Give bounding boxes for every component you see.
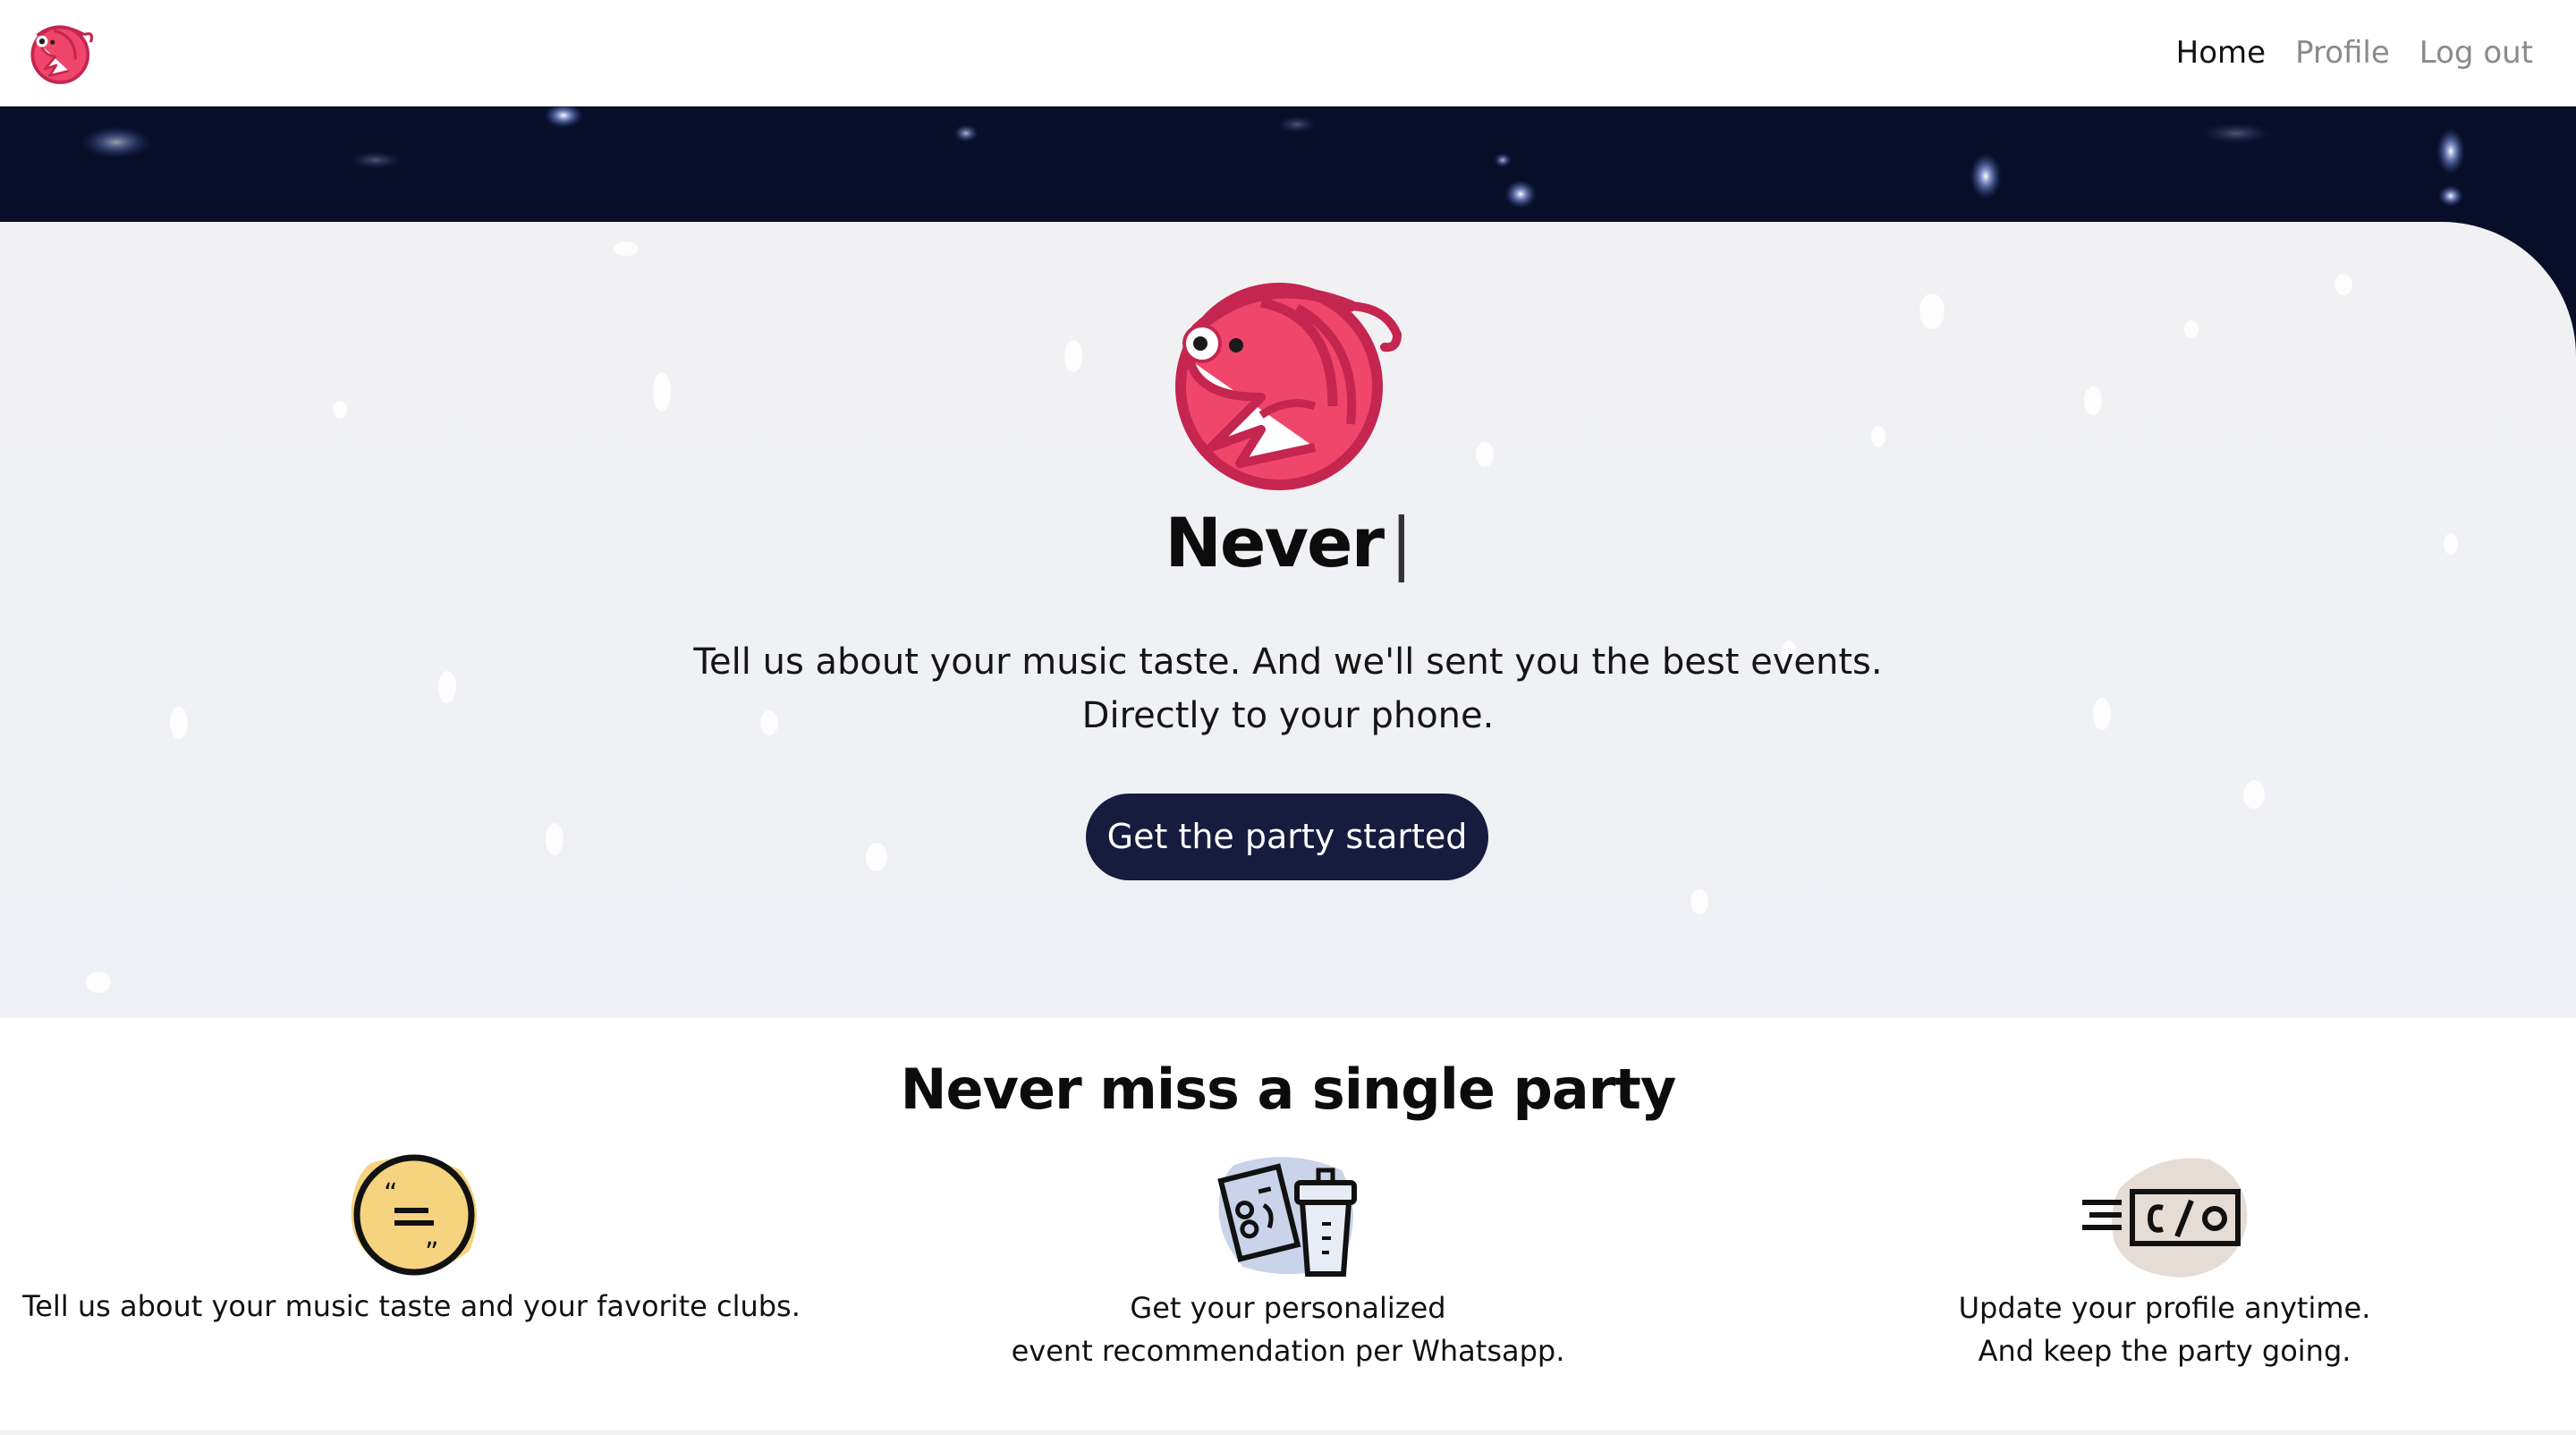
- feature-text-line: event recommendation per Whatsapp.: [1011, 1334, 1565, 1368]
- top-navbar: Home Profile Log out: [0, 0, 2576, 106]
- nav-logout-link[interactable]: Log out: [2419, 30, 2533, 75]
- features-title: Never miss a single party: [900, 1057, 1677, 1122]
- typing-cursor: |: [1390, 503, 1413, 582]
- hero-subtitle-line-1: Tell us about your music taste. And we'l…: [693, 641, 1883, 683]
- flyer-and-drink-icon: [1217, 1157, 1357, 1277]
- hero-subtitle-line-2: Directly to your phone.: [1081, 695, 1495, 736]
- nav-home-link[interactable]: Home: [2176, 30, 2266, 75]
- feature-text-line: Get your personalized: [1130, 1291, 1446, 1325]
- feature-text-line: Update your profile anytime.: [1958, 1291, 2371, 1325]
- svg-text:“: “: [384, 1178, 398, 1210]
- feature-item-recommendation: Get your personalized event recommendati…: [877, 1152, 1699, 1372]
- nav-profile-link[interactable]: Profile: [2295, 30, 2390, 75]
- ticket-co-icon: [2082, 1158, 2248, 1278]
- shrimp-logo-icon[interactable]: [28, 20, 99, 86]
- features-section: Never miss a single party “ ” Tell us ab…: [0, 1018, 2576, 1435]
- feature-item-profile-update: Update your profile anytime. And keep th…: [1753, 1152, 2576, 1372]
- shrimp-logo-icon: [1175, 283, 1402, 490]
- svg-text:”: ”: [425, 1237, 439, 1269]
- quote-bubble-icon: “ ”: [351, 1154, 477, 1276]
- hero-title: Never |: [0, 494, 2576, 592]
- starfield-background: [80, 106, 2465, 208]
- feature-text-line: Tell us about your music taste and your …: [22, 1289, 801, 1323]
- get-started-button[interactable]: Get the party started: [1086, 794, 1488, 880]
- nav-links: Home Profile Log out: [2176, 30, 2533, 75]
- hero-title-text: Never: [1165, 503, 1385, 582]
- feature-item-music-taste: “ ” Tell us about your music taste and y…: [0, 1152, 823, 1328]
- hero-subtitle: Tell us about your music taste. And we'l…: [0, 635, 2576, 743]
- footer-divider: [0, 1430, 2576, 1435]
- feature-text-line: And keep the party going.: [1978, 1334, 2351, 1368]
